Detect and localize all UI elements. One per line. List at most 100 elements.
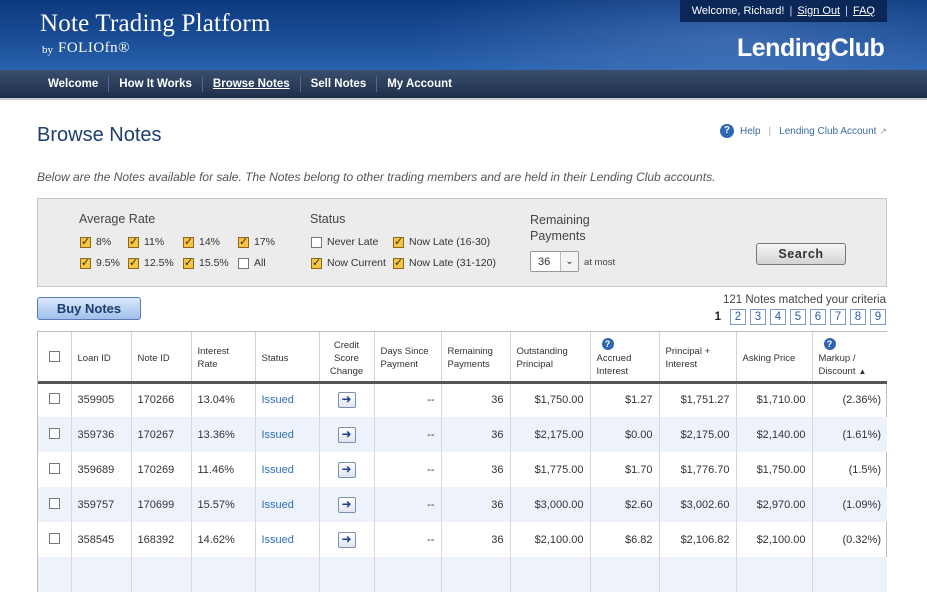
- rate-11-checkbox[interactable]: 11%: [128, 235, 164, 248]
- row-checkbox[interactable]: [48, 532, 60, 544]
- interest-rate-cell: 13.04%: [191, 382, 256, 417]
- remaining-title-line: Remaining: [530, 213, 590, 227]
- markup-discount-cell: (1.61%): [812, 417, 887, 452]
- page-link[interactable]: 2: [730, 309, 746, 325]
- help-icon[interactable]: ?: [823, 338, 836, 351]
- checkbox-label: Now Late (31-120): [409, 257, 496, 269]
- header-credit-score-change[interactable]: Credit Score Change: [319, 332, 375, 384]
- help-icon[interactable]: ?: [719, 124, 734, 138]
- chevron-down-icon[interactable]: ⌄: [560, 252, 578, 271]
- status-link[interactable]: Issued: [255, 417, 320, 452]
- status-link[interactable]: Issued: [255, 452, 320, 487]
- header-days-since-payment[interactable]: Days Since Payment: [374, 332, 442, 384]
- page-link[interactable]: 7: [830, 309, 846, 325]
- rate-17-checkbox[interactable]: 17%: [238, 235, 275, 248]
- header-loan-id[interactable]: Loan ID: [71, 332, 132, 384]
- header-note-id[interactable]: Note ID: [131, 332, 192, 384]
- status-link[interactable]: Issued: [255, 382, 320, 417]
- credit-score-cell: ➜: [319, 382, 375, 417]
- days-since-payment-cell: --: [374, 417, 442, 452]
- header-markup-discount[interactable]: ? Markup / Discount ▲: [812, 332, 887, 384]
- checkbox[interactable]: [311, 256, 322, 269]
- help-icon[interactable]: ?: [601, 338, 614, 351]
- separator: |: [845, 5, 848, 17]
- sign-out-link[interactable]: Sign Out: [797, 5, 840, 17]
- arrow-right-icon[interactable]: ➜: [337, 531, 356, 548]
- rate-9-5-checkbox[interactable]: 9.5%: [80, 256, 120, 269]
- outstanding-principal-cell: $1,750.00: [510, 382, 591, 417]
- status-never-late-checkbox[interactable]: Never Late: [311, 236, 378, 248]
- header-accrued-interest[interactable]: ? Accrued Interest: [590, 332, 660, 384]
- checkbox[interactable]: [238, 257, 249, 269]
- header-status[interactable]: Status: [255, 332, 320, 384]
- buy-notes-button[interactable]: Buy Notes: [37, 297, 141, 320]
- rate-all-checkbox[interactable]: All: [238, 257, 266, 269]
- accrued-interest-cell: $0.00: [590, 417, 660, 452]
- at-most-label: at most: [584, 257, 616, 268]
- checkbox[interactable]: [128, 256, 139, 269]
- search-button[interactable]: Search: [756, 243, 846, 265]
- accrued-interest-cell: [590, 557, 660, 592]
- nav-welcome[interactable]: Welcome: [38, 76, 108, 92]
- page-link[interactable]: 6: [810, 309, 826, 325]
- status-link[interactable]: Issued: [255, 487, 320, 522]
- current-page: 1: [714, 311, 721, 323]
- help-link[interactable]: Help: [740, 126, 761, 137]
- header-remaining-payments[interactable]: Remaining Payments: [441, 332, 511, 384]
- header-principal-interest[interactable]: Principal + Interest: [659, 332, 737, 384]
- select-all-checkbox[interactable]: [48, 350, 60, 362]
- remaining-payments-title: Remaining Payments: [530, 212, 590, 244]
- separator: |: [789, 5, 793, 17]
- header-outstanding-principal[interactable]: Outstanding Principal: [510, 332, 591, 384]
- remaining-payments-select[interactable]: 36 ⌄: [530, 251, 579, 272]
- row-checkbox[interactable]: [48, 427, 60, 439]
- rate-15-5-checkbox[interactable]: 15.5%: [183, 256, 229, 269]
- header-interest-rate[interactable]: Interest Rate: [191, 332, 256, 384]
- faq-link[interactable]: FAQ: [853, 5, 875, 17]
- accrued-interest-cell: $1.27: [590, 382, 660, 417]
- rate-8-checkbox[interactable]: 8%: [80, 235, 111, 248]
- checkbox[interactable]: [80, 256, 91, 269]
- asking-price-cell: $1,750.00: [736, 452, 813, 487]
- rate-12-5-checkbox[interactable]: 12.5%: [128, 256, 174, 269]
- status-now-current-checkbox[interactable]: Now Current: [311, 256, 386, 269]
- lending-club-account-link[interactable]: Lending Club Account: [779, 126, 876, 137]
- loan-id-cell: 359757: [71, 487, 132, 522]
- row-checkbox[interactable]: [48, 497, 60, 509]
- arrow-right-icon[interactable]: ➜: [337, 426, 356, 443]
- rate-14-checkbox[interactable]: 14%: [183, 235, 220, 248]
- status-link[interactable]: Issued: [255, 522, 320, 557]
- arrow-right-icon[interactable]: ➜: [337, 461, 356, 478]
- page-link[interactable]: 5: [790, 309, 806, 325]
- note-id-cell: 170699: [131, 487, 192, 522]
- page-link[interactable]: 8: [850, 309, 866, 325]
- accrued-interest-cell: $2.60: [590, 487, 660, 522]
- checkbox[interactable]: [393, 235, 404, 248]
- table-row: [38, 557, 887, 592]
- remaining-payments-cell: 36: [441, 452, 511, 487]
- checkbox[interactable]: [238, 235, 249, 248]
- checkbox[interactable]: [80, 235, 91, 248]
- arrow-right-icon[interactable]: ➜: [337, 496, 356, 513]
- table-row: 359736 170267 13.36% Issued ➜ -- 36 $2,1…: [38, 417, 887, 452]
- checkbox[interactable]: [183, 256, 194, 269]
- page-link[interactable]: 3: [750, 309, 766, 325]
- checkbox[interactable]: [311, 236, 322, 248]
- page-link[interactable]: 4: [770, 309, 786, 325]
- checkbox[interactable]: [128, 235, 139, 248]
- nav-sell-notes[interactable]: Sell Notes: [299, 76, 377, 92]
- status-late-16-30-checkbox[interactable]: Now Late (16-30): [393, 235, 490, 248]
- status-late-31-120-checkbox[interactable]: Now Late (31-120): [393, 256, 496, 269]
- row-checkbox[interactable]: [48, 462, 60, 474]
- header-asking-price[interactable]: Asking Price: [736, 332, 813, 384]
- nav-my-account[interactable]: My Account: [376, 76, 462, 92]
- checkbox-label: 9.5%: [96, 257, 120, 269]
- checkbox[interactable]: [183, 235, 194, 248]
- lending-club-logo[interactable]: LendingClub: [737, 34, 885, 63]
- nav-how-it-works[interactable]: How It Works: [108, 76, 202, 92]
- arrow-right-icon[interactable]: ➜: [337, 392, 356, 409]
- nav-browse-notes[interactable]: Browse Notes: [201, 76, 300, 92]
- row-checkbox[interactable]: [48, 393, 60, 405]
- page-link[interactable]: 9: [870, 309, 886, 325]
- checkbox[interactable]: [393, 256, 404, 269]
